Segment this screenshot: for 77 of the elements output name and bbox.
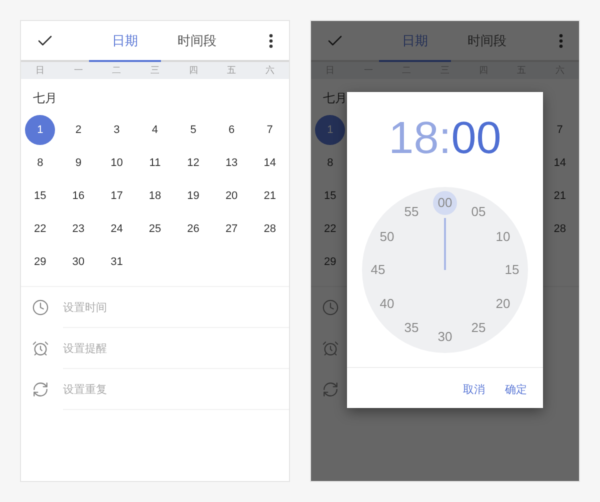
option-item[interactable]: 设置重复 [63, 369, 289, 410]
calendar-day[interactable]: 19 [178, 180, 208, 210]
tab[interactable]: 时间段 [451, 21, 523, 62]
calendar-day[interactable]: 2 [63, 114, 94, 144]
calendar-day[interactable]: 17 [102, 180, 132, 210]
calendar-day[interactable]: 12 [178, 148, 208, 178]
calendar-day[interactable]: 25 [140, 214, 170, 244]
calendar-day[interactable]: 1 [25, 114, 56, 144]
calendar-day[interactable]: 6 [216, 114, 247, 144]
weekday-label: 一 [72, 64, 84, 77]
calendar-day[interactable]: 18 [140, 180, 170, 210]
minute-option[interactable]: 35 [400, 316, 424, 340]
calendar-day[interactable]: 9 [63, 148, 94, 178]
calendar-day[interactable]: 24 [102, 214, 132, 244]
calendar-day[interactable]: 20 [216, 180, 247, 210]
calendar-day[interactable]: 15 [315, 180, 346, 210]
calendar-day[interactable]: 7 [544, 114, 575, 144]
month-label: 七月 [322, 90, 348, 107]
weekday-label: 二 [111, 64, 122, 77]
tab[interactable]: 时间段 [161, 21, 233, 62]
minute-option[interactable]: 55 [400, 200, 424, 224]
dialog-button[interactable]: 确定 [497, 376, 535, 403]
calendar-day[interactable]: 30 [63, 246, 94, 276]
month-label: 七月 [32, 90, 58, 107]
weekday-label: 日 [34, 64, 46, 77]
minute-option[interactable]: 00 [433, 191, 457, 215]
calendar-day[interactable]: 28 [254, 214, 285, 244]
minute-option[interactable]: 05 [466, 200, 490, 224]
weekday-label: 五 [226, 64, 238, 77]
calendar-day[interactable]: 14 [254, 148, 285, 178]
minute-display[interactable]: 00 [451, 112, 502, 164]
weekday-label: 六 [264, 64, 276, 77]
time-separator: : [438, 112, 452, 164]
clock-hand [444, 218, 446, 270]
minute-option[interactable]: 45 [366, 258, 390, 282]
alarm-clock-icon [322, 340, 339, 357]
repeat-icon [322, 381, 339, 398]
minute-option[interactable]: 15 [500, 258, 524, 282]
calendar-day[interactable]: 21 [254, 180, 285, 210]
calendar-day[interactable]: 11 [140, 148, 170, 178]
calendar-day[interactable]: 4 [140, 114, 170, 144]
minute-option[interactable]: 40 [374, 292, 399, 316]
minute-option[interactable]: 10 [491, 224, 516, 248]
calendar-day[interactable]: 7 [254, 114, 285, 144]
minute-option[interactable]: 50 [374, 224, 399, 248]
minute-option[interactable]: 20 [491, 292, 516, 316]
weekday-label: 四 [188, 64, 199, 77]
hour-display[interactable]: 18 [388, 112, 439, 164]
weekday-label: 三 [149, 64, 160, 77]
alarm-clock-icon [32, 340, 49, 357]
clock-icon [32, 299, 49, 316]
dialog-button[interactable]: 取消 [455, 376, 493, 403]
calendar-day[interactable]: 5 [178, 114, 208, 144]
calendar-day[interactable]: 26 [178, 214, 208, 244]
calendar-day[interactable]: 8 [25, 148, 56, 178]
calendar-day[interactable]: 23 [63, 214, 94, 244]
calendar-day[interactable]: 16 [63, 180, 94, 210]
calendar-day[interactable]: 10 [102, 148, 132, 178]
calendar-day[interactable]: 22 [315, 214, 346, 244]
calendar-day[interactable]: 21 [544, 180, 575, 210]
option-item[interactable]: 设置时间 [63, 287, 289, 328]
calendar-day[interactable]: 3 [102, 114, 132, 144]
calendar-day[interactable]: 29 [315, 246, 346, 276]
option-item[interactable]: 设置提醒 [63, 328, 289, 369]
clock-icon [322, 299, 339, 316]
calendar-day[interactable]: 27 [216, 214, 247, 244]
calendar-day[interactable]: 31 [102, 246, 132, 276]
calendar-day[interactable]: 29 [25, 246, 56, 276]
repeat-icon [32, 381, 49, 398]
calendar-day[interactable]: 22 [25, 214, 56, 244]
calendar-day[interactable]: 13 [216, 148, 247, 178]
minute-option[interactable]: 30 [433, 325, 457, 349]
calendar-day[interactable]: 15 [25, 180, 56, 210]
calendar-day[interactable]: 8 [315, 148, 346, 178]
calendar-day[interactable]: 14 [544, 148, 575, 178]
minute-option[interactable]: 25 [466, 316, 490, 340]
calendar-day[interactable]: 28 [544, 214, 575, 244]
